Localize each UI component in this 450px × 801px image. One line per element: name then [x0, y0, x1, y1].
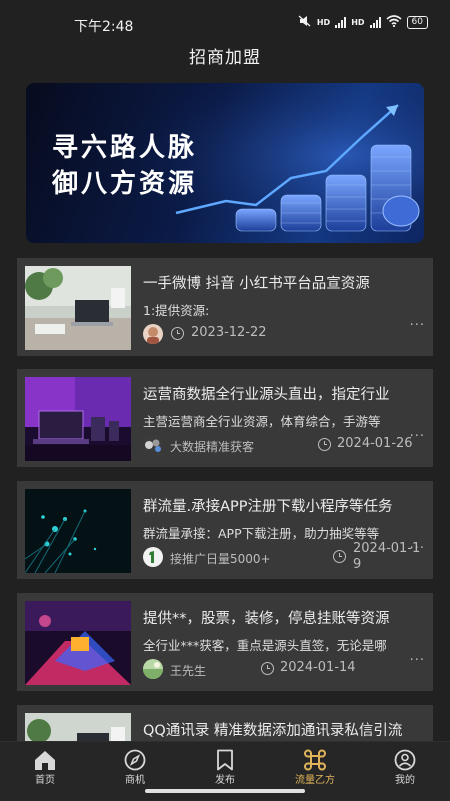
bookmark-icon — [217, 749, 233, 771]
more-icon[interactable]: ··· — [410, 653, 425, 668]
post-date-line2: 9 — [353, 557, 362, 572]
post-author: 王先生 — [170, 664, 207, 678]
avatar — [143, 659, 163, 679]
post-card[interactable]: 运营商数据全行业源头直出，指定行业 主营运营商全行业资源，体育综合，手游等 大数… — [17, 369, 433, 467]
status-icons: HD HD 60 — [298, 15, 428, 30]
post-card[interactable]: 一手微博 抖音 小红书平台品宣资源 1:提供资源: 2023-12-22 ··· — [17, 258, 433, 356]
post-description: 1:提供资源: — [143, 303, 210, 318]
battery-icon: 60 — [406, 16, 428, 29]
more-icon[interactable]: ··· — [410, 429, 425, 444]
post-title: 提供**，股票，装修，停息挂账等资源 — [143, 611, 390, 627]
post-date: 2024-01-14 — [280, 660, 356, 675]
status-time: 下午2:48 — [74, 19, 134, 35]
clock-icon — [261, 662, 274, 675]
home-indicator[interactable] — [145, 789, 305, 793]
clock-icon — [333, 550, 346, 563]
clock-icon — [318, 438, 331, 451]
post-meta: 2023-12-22 ··· — [143, 318, 427, 346]
banner-headline-1: 寻六路人脉 — [52, 133, 198, 163]
post-title: QQ通讯录 精准数据添加通讯录私信引流 — [143, 723, 403, 739]
post-author: 接推广日量5000+ — [170, 552, 271, 566]
post-title: 一手微博 抖音 小红书平台品宣资源 — [143, 276, 370, 292]
signal-icon-1 — [335, 17, 347, 28]
tab-label: 发布 — [215, 775, 235, 786]
avatar — [143, 435, 163, 455]
more-icon[interactable]: ··· — [410, 318, 425, 333]
tab-home[interactable]: 首页 — [0, 742, 90, 786]
promo-banner[interactable]: 寻六路人脉 御八方资源 — [26, 83, 424, 243]
post-date: 2023-12-22 — [191, 325, 267, 340]
tab-label: 我的 — [395, 775, 415, 786]
post-date: 2024-01-26 — [337, 436, 413, 451]
home-icon — [35, 751, 55, 770]
tab-traffic-party-b[interactable]: 流量乙方 — [270, 742, 360, 786]
clock-icon — [171, 327, 184, 340]
mute-icon — [298, 15, 312, 30]
user-icon — [394, 749, 416, 771]
post-description: 全行业***获客，重点是源头直签，无论是哪 — [143, 638, 387, 653]
hd-label-1: HD — [316, 18, 331, 27]
post-meta: 接推广日量5000+ 2024-01-1 9 ··· — [143, 541, 427, 572]
post-author: 大数据精准获客 — [170, 440, 255, 454]
tab-label: 流量乙方 — [295, 775, 335, 786]
status-bar: 下午2:48 HD HD 60 — [0, 0, 450, 40]
post-description: 主营运营商全行业资源，体育综合，手游等 — [143, 414, 381, 429]
post-thumbnail-fiber-optics — [25, 489, 131, 573]
page-title: 招商加盟 — [189, 48, 261, 68]
post-card[interactable]: 群流量.承接APP注册下载小程序等任务 群流量承接：APP下载注册，助力抽奖等等… — [17, 481, 433, 579]
avatar — [143, 324, 163, 344]
post-thumbnail-purple-devices — [25, 377, 131, 461]
post-card[interactable]: 提供**，股票，装修，停息挂账等资源 全行业***获客，重点是源头直签，无论是哪… — [17, 593, 433, 691]
tab-label: 商机 — [125, 775, 145, 786]
post-meta: 大数据精准获客 2024-01-26 ··· — [143, 429, 427, 457]
post-thumbnail-neon-scene — [25, 601, 131, 685]
compass-icon — [124, 749, 146, 771]
tab-publish[interactable]: 发布 — [180, 742, 270, 786]
command-icon — [304, 749, 326, 771]
wifi-icon — [386, 15, 402, 30]
post-description: 群流量承接：APP下载注册，助力抽奖等等 — [143, 526, 380, 541]
signal-icon-2 — [369, 17, 381, 28]
post-card[interactable]: QQ通讯录 精准数据添加通讯录私信引流 — [17, 705, 433, 741]
post-title: 运营商数据全行业源头直出，指定行业 — [143, 387, 390, 403]
post-title: 群流量.承接APP注册下载小程序等任务 — [143, 499, 393, 515]
more-icon[interactable]: ··· — [410, 541, 425, 556]
tab-mine[interactable]: 我的 — [360, 742, 450, 786]
tab-business[interactable]: 商机 — [90, 742, 180, 786]
banner-headline-2: 御八方资源 — [52, 169, 198, 199]
post-thumbnail-laptop-desk — [25, 266, 131, 350]
post-meta: 王先生 2024-01-14 ··· — [143, 653, 427, 681]
tab-label: 首页 — [35, 775, 55, 786]
hd-label-2: HD — [351, 18, 365, 27]
avatar — [143, 547, 163, 567]
post-thumbnail-desk — [25, 713, 131, 741]
